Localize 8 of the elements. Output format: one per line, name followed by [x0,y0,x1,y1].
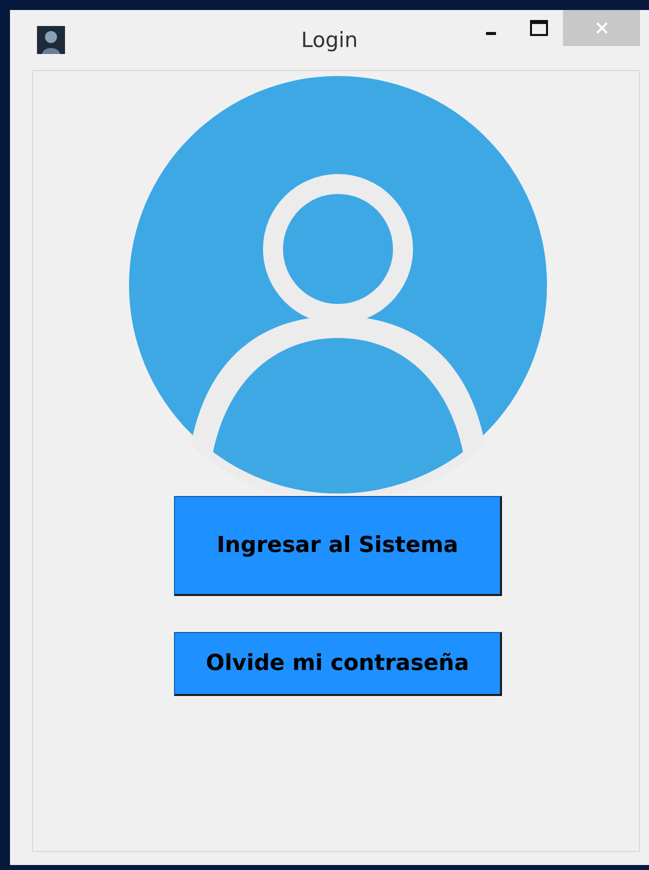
close-icon [594,21,608,35]
window-title: Login [301,28,358,52]
app-icon [37,26,65,54]
maximize-icon [530,20,548,36]
user-avatar-icon [129,76,547,494]
minimize-icon [486,32,496,34]
menu-button[interactable]: Ingresar al Sistema [174,496,502,596]
menu-button[interactable]: Olvide mi contraseña [174,632,502,696]
